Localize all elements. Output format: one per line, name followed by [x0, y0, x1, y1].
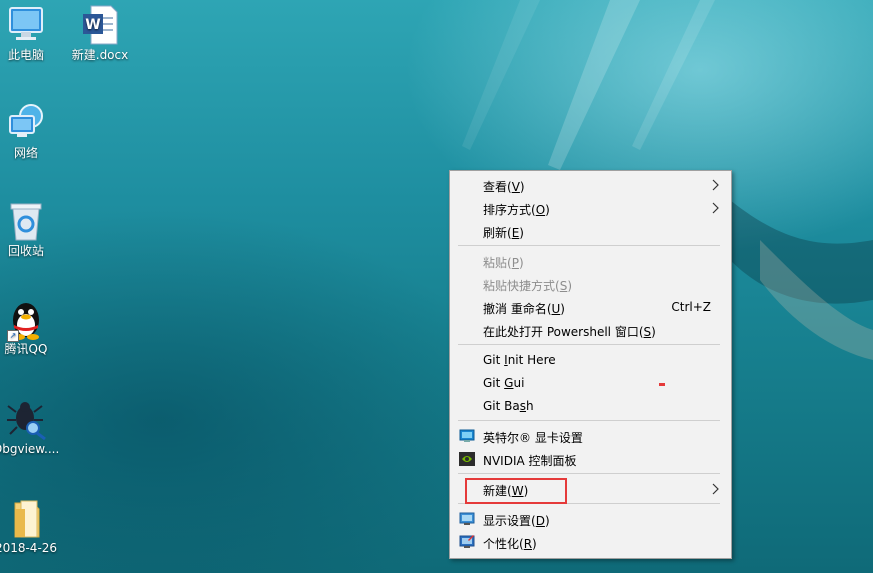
menu-item-label: 英特尔® 显卡设置	[483, 431, 583, 445]
desktop-icon-label: 网络	[13, 146, 38, 160]
menu-item-nvidia-control-panel[interactable]: NVIDIA 控制面板	[450, 448, 731, 471]
network-icon	[5, 102, 47, 144]
desktop-icon-label: Dbgview....	[0, 442, 59, 456]
access-key: R	[523, 537, 533, 551]
desktop-icon-label: 2018-4-26	[0, 541, 58, 555]
desktop-icon-recycle-bin[interactable]: 回收站	[0, 200, 59, 259]
menu-item-label-tail: ui	[513, 376, 525, 390]
chevron-right-icon	[712, 179, 719, 191]
menu-item-view[interactable]: 查看(V)	[450, 174, 731, 197]
menu-item-label: Git Ba	[483, 399, 520, 413]
menu-item-label-tail: )	[560, 302, 565, 316]
desktop-icon-this-pc[interactable]: 此电脑	[0, 4, 59, 63]
menu-separator	[458, 420, 720, 421]
menu-item-label: 撤消 重命名(	[483, 302, 552, 316]
access-key: D	[535, 514, 545, 528]
display-settings-icon	[459, 512, 475, 525]
menu-item-label: 个性化(	[483, 537, 524, 551]
access-key: U	[551, 302, 561, 316]
menu-item-refresh[interactable]: 刷新(E)	[450, 220, 731, 243]
wallpaper-light-rays	[462, 0, 873, 360]
menu-item-label-tail: )	[519, 226, 524, 240]
nvidia-icon	[459, 452, 475, 466]
menu-item-paste-shortcut[interactable]: 粘贴快捷方式(S)	[450, 273, 731, 296]
menu-item-paste[interactable]: 粘贴(P)	[450, 250, 731, 273]
menu-item-label-tail: )	[532, 537, 537, 551]
menu-separator	[458, 344, 720, 345]
menu-item-label-tail: )	[651, 325, 656, 339]
menu-item-label-tail: nit Here	[507, 353, 556, 367]
menu-item-label-tail: )	[545, 203, 550, 217]
menu-separator	[458, 245, 720, 246]
desktop-icon-new-docx[interactable]: W 新建.docx	[67, 4, 133, 63]
recycle-bin-icon	[5, 200, 47, 242]
qq-penguin-icon: ↗	[5, 298, 47, 342]
menu-item-display-settings[interactable]: 显示设置(D)	[450, 508, 731, 531]
menu-item-label: 刷新(	[483, 226, 512, 240]
keyboard-shortcut: Ctrl+Z	[671, 300, 711, 314]
highlight-box-new	[465, 478, 567, 504]
menu-item-label-tail: )	[518, 256, 524, 270]
menu-item-label: 显示设置(	[483, 514, 536, 528]
desktop-icon-qq[interactable]: ↗ 腾讯QQ	[0, 298, 59, 357]
menu-item-intel-graphics-settings[interactable]: 英特尔® 显卡设置	[450, 425, 731, 448]
menu-item-label: 粘贴快捷方式(	[483, 279, 560, 293]
menu-item-label: Git	[483, 376, 505, 390]
intel-graphics-icon	[459, 429, 475, 442]
desktop-icon-label: 此电脑	[7, 48, 44, 62]
computer-icon	[5, 4, 47, 46]
menu-item-label: Git	[483, 353, 505, 367]
menu-item-label-tail: )	[519, 180, 525, 194]
menu-item-sort-by[interactable]: 排序方式(O)	[450, 197, 731, 220]
svg-text:W: W	[85, 17, 100, 33]
folder-icon	[5, 497, 47, 539]
menu-item-git-init-here[interactable]: Git Init Here	[450, 349, 731, 372]
menu-item-label: 查看(	[483, 180, 512, 194]
menu-item-label: NVIDIA 控制面板	[483, 454, 577, 468]
personalize-icon	[459, 535, 475, 548]
access-key: V	[511, 180, 520, 194]
menu-item-label: 在此处打开 Powershell 窗口(	[483, 325, 644, 339]
desktop-icon-folder-2018-4-26[interactable]: 2018-4-26	[0, 497, 59, 556]
menu-item-git-gui[interactable]: Git Gui	[450, 372, 731, 395]
menu-item-git-bash[interactable]: Git Bash	[450, 395, 731, 418]
menu-item-label-tail: )	[567, 279, 572, 293]
chevron-right-icon	[712, 202, 719, 214]
menu-separator	[458, 473, 720, 474]
dbgview-icon	[5, 398, 47, 441]
menu-item-undo-rename[interactable]: 撤消 重命名(U) Ctrl+Z	[450, 296, 731, 319]
menu-item-label: 粘贴(	[483, 256, 512, 270]
menu-item-label: 排序方式(	[483, 203, 536, 217]
desktop-icon-label: 回收站	[7, 244, 44, 258]
menu-item-open-powershell[interactable]: 在此处打开 Powershell 窗口(S)	[450, 319, 731, 342]
access-key: O	[535, 203, 546, 217]
desktop-icon-network[interactable]: 网络	[0, 102, 59, 161]
desktop-icon-dbgview[interactable]: Dbgview....	[0, 398, 59, 457]
menu-item-label-tail: h	[526, 399, 534, 413]
red-annotation-mark	[659, 383, 665, 386]
chevron-right-icon	[712, 483, 719, 495]
menu-item-personalize[interactable]: 个性化(R)	[450, 531, 731, 554]
shortcut-arrow-icon: ↗	[7, 330, 19, 342]
desktop-icon-label: 新建.docx	[71, 48, 129, 62]
access-key: S	[643, 325, 652, 339]
access-key: P	[511, 256, 519, 270]
menu-item-label-tail: )	[544, 514, 550, 528]
word-document-icon: W	[79, 4, 121, 46]
desktop-icon-label: 腾讯QQ	[4, 342, 48, 356]
